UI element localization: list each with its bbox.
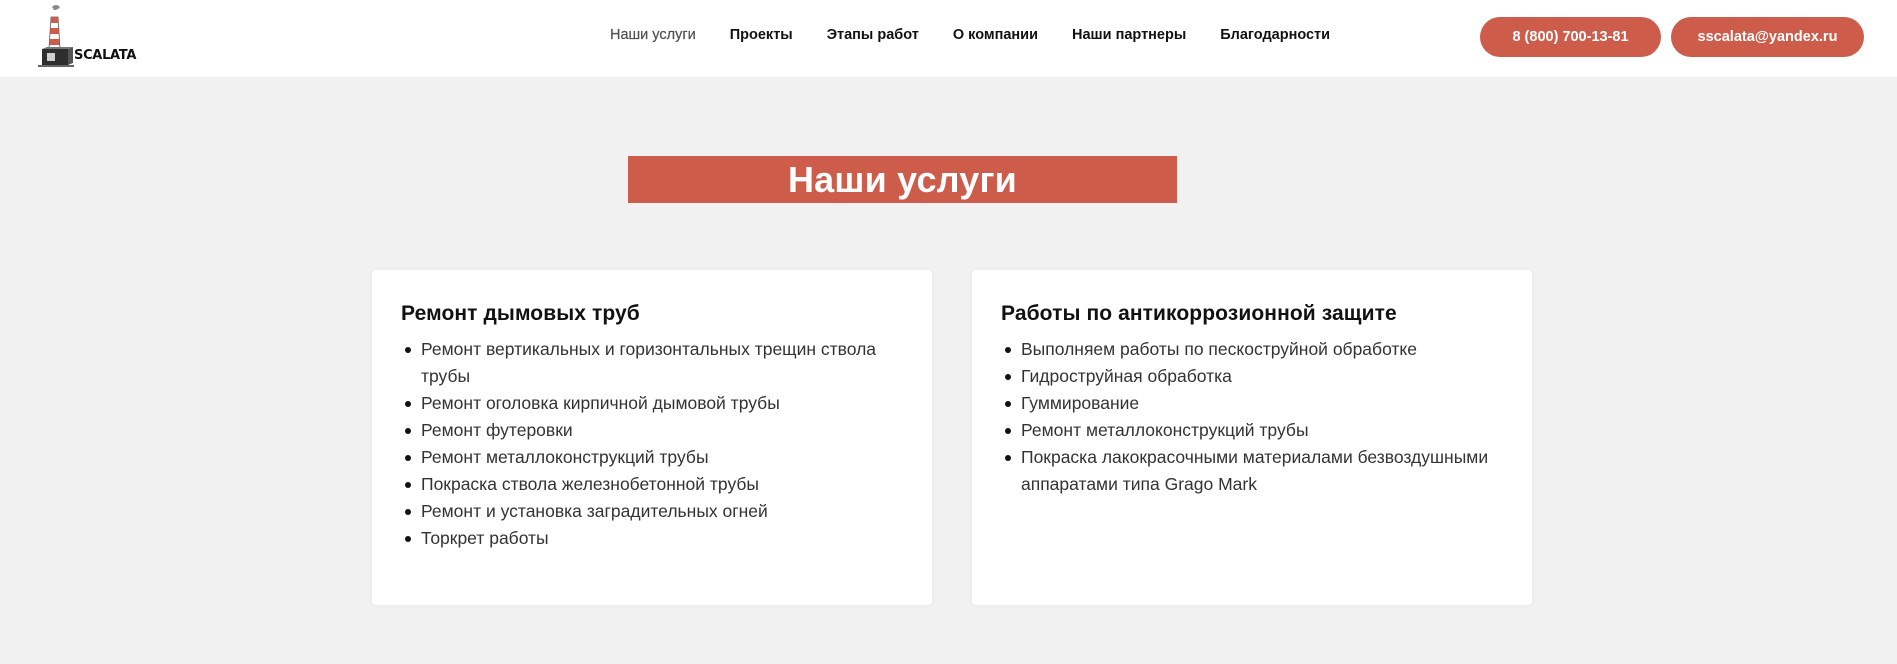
list-item: Ремонт футеровки bbox=[405, 417, 903, 444]
service-card-chimney-repair: Ремонт дымовых труб Ремонт вертикальных … bbox=[372, 270, 932, 605]
list-item: Ремонт оголовка кирпичной дымовой трубы bbox=[405, 390, 903, 417]
nav-item-partners[interactable]: Наши партнеры bbox=[1072, 27, 1186, 43]
phone-button[interactable]: 8 (800) 700-13-81 bbox=[1480, 17, 1661, 57]
service-list: Ремонт вертикальных и горизонтальных тре… bbox=[401, 336, 903, 552]
list-item: Гидроструйная обработка bbox=[1005, 363, 1503, 390]
nav-item-thanks[interactable]: Благодарности bbox=[1220, 27, 1330, 43]
nav-item-projects[interactable]: Проекты bbox=[730, 27, 793, 43]
service-card-anticorrosion: Работы по антикоррозионной защите Выполн… bbox=[972, 270, 1532, 605]
service-list: Выполняем работы по пескоструйной обрабо… bbox=[1001, 336, 1503, 498]
logo-text: SCALATA bbox=[74, 48, 137, 63]
site-header: SCALATA Наши услуги Проекты Этапы работ … bbox=[0, 0, 1897, 77]
nav-item-services[interactable]: Наши услуги bbox=[610, 27, 696, 43]
list-item: Ремонт металлоконструкций трубы bbox=[405, 444, 903, 471]
list-item: Выполняем работы по пескоструйной обрабо… bbox=[1005, 336, 1503, 363]
list-item: Торкрет работы bbox=[405, 525, 903, 552]
list-item: Ремонт металлоконструкций трубы bbox=[1005, 417, 1503, 444]
email-button[interactable]: sscalata@yandex.ru bbox=[1671, 17, 1864, 57]
list-item: Покраска ствола железнобетонной трубы bbox=[405, 471, 903, 498]
nav-item-about[interactable]: О компании bbox=[953, 27, 1038, 43]
services-title: Наши услуги bbox=[628, 156, 1177, 203]
list-item: Гуммирование bbox=[1005, 390, 1503, 417]
list-item: Покраска лакокрасочными материалами безв… bbox=[1005, 444, 1503, 498]
list-item: Ремонт вертикальных и горизонтальных тре… bbox=[405, 336, 903, 390]
logo[interactable]: SCALATA bbox=[38, 3, 136, 69]
card-title: Работы по антикоррозионной защите bbox=[1001, 302, 1397, 325]
card-title: Ремонт дымовых труб bbox=[401, 302, 640, 325]
main-nav: Наши услуги Проекты Этапы работ О компан… bbox=[610, 27, 1364, 43]
nav-item-work-stages[interactable]: Этапы работ bbox=[827, 27, 919, 43]
list-item: Ремонт и установка заградительных огней bbox=[405, 498, 903, 525]
